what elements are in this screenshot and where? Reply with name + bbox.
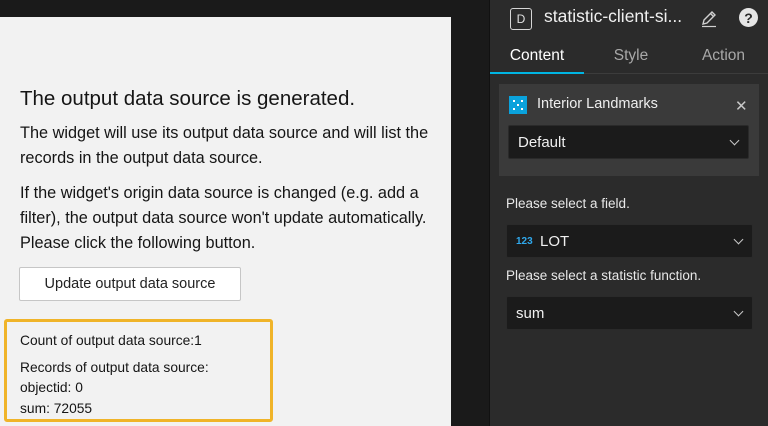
help-icon[interactable]: ? [739,8,758,27]
chevron-down-icon [729,135,740,146]
tab-style[interactable]: Style [584,38,678,74]
field-label: Please select a field. [506,196,630,211]
result-panel: Count of output data source:1 Records of… [4,319,273,422]
records-label: Records of output data source: [20,360,209,375]
active-tab-indicator [490,72,584,74]
settings-panel: D statistic-client-si... ? Content Style… [489,0,768,426]
data-view-value: Default [518,133,566,151]
tab-action[interactable]: Action [678,38,768,74]
numeric-field-icon: 123 [516,236,533,247]
update-output-data-source-button[interactable]: Update output data source [19,267,241,301]
feature-layer-icon [509,96,527,114]
canvas-area: The output data source is generated. The… [0,0,489,426]
count-text: Count of output data source:1 [20,333,202,348]
widget-note: If the widget's origin data source is ch… [20,184,427,252]
statistic-widget: The output data source is generated. The… [0,17,451,426]
edit-pencil-icon[interactable] [698,7,720,29]
widget-description: The widget will use its output data sour… [20,124,429,167]
field-select[interactable]: 123 LOT [506,224,753,258]
record-sum: sum: 72055 [20,401,93,416]
statistic-value: sum [516,304,545,322]
chevron-down-icon [733,234,744,245]
widget-name[interactable]: statistic-client-si... [544,6,692,27]
statistic-select[interactable]: sum [506,296,753,330]
widget-heading: The output data source is generated. [20,87,356,110]
data-source-name: Interior Landmarks [537,96,658,112]
tab-content[interactable]: Content [490,38,584,74]
field-value: LOT [540,232,570,250]
widget-type-badge: D [510,8,532,30]
chevron-down-icon [733,306,744,317]
record-objectid: objectid: 0 [20,380,83,395]
close-icon[interactable]: ✕ [735,97,748,115]
statistic-label: Please select a statistic function. [506,268,702,283]
data-source-card: Interior Landmarks ✕ Default [499,84,759,176]
data-view-select[interactable]: Default [508,125,749,159]
settings-tabs: Content Style Action [490,38,768,74]
